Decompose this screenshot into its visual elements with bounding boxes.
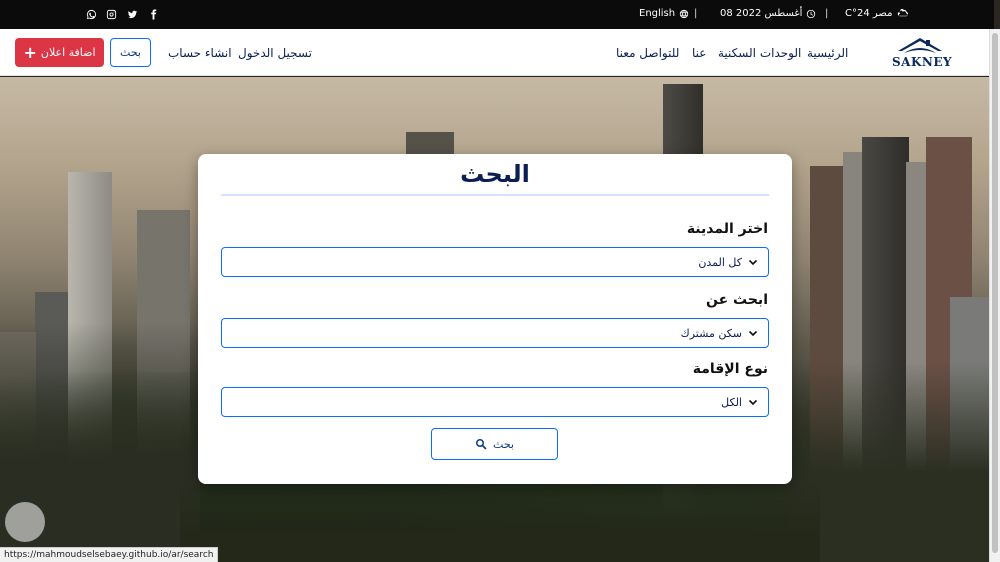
house-roof-icon xyxy=(898,38,942,53)
chevron-down-icon xyxy=(748,399,758,406)
separator: | xyxy=(825,8,829,19)
globe-icon xyxy=(679,9,689,18)
language-switch[interactable]: English xyxy=(639,8,689,19)
search-title: البحث xyxy=(460,160,530,188)
chevron-down-icon xyxy=(748,330,758,337)
date-label: 08 أغسطس 2022 xyxy=(720,8,803,19)
add-ad-label: اضافة اعلان xyxy=(40,46,96,59)
status-url-bar: https://mahmoudselsebaey.github.io/ar/se… xyxy=(0,547,219,562)
search-submit-button[interactable]: بحث xyxy=(431,428,558,460)
sakney-logo[interactable]: SAKNEY xyxy=(890,35,953,71)
search-icon xyxy=(476,439,487,450)
create-account-link[interactable]: انشاء حساب xyxy=(168,46,232,60)
residence-type-select[interactable]: الكل xyxy=(221,387,769,417)
nav-search-button[interactable]: بحث xyxy=(110,38,151,67)
city-select[interactable]: كل المدن xyxy=(221,247,769,277)
facebook-icon[interactable] xyxy=(146,7,160,21)
nav-link-units[interactable]: الوحدات السكنية xyxy=(718,46,801,60)
residence-type-label: نوع الإقامة xyxy=(692,361,768,377)
date-display: 08 أغسطس 2022 xyxy=(720,8,816,19)
city-label: اختر المدينة xyxy=(686,221,768,237)
page-scrollbar[interactable] xyxy=(989,29,1000,562)
top-bar: English | 08 أغسطس 2022 | مصر 24°C xyxy=(0,0,994,29)
instagram-icon[interactable] xyxy=(104,7,118,21)
weather-label: مصر 24°C xyxy=(845,8,893,19)
main-navbar: اضافة اعلان + بحث انشاء حساب تسجيل الدخو… xyxy=(0,29,994,76)
shield-watermark-icon xyxy=(5,502,45,542)
login-link[interactable]: تسجيل الدخول xyxy=(238,46,312,60)
plus-icon: + xyxy=(23,42,37,62)
cloud-sun-icon xyxy=(898,8,909,17)
clock-icon xyxy=(807,9,816,18)
nav-link-home[interactable]: الرئيسية xyxy=(807,46,848,60)
title-divider xyxy=(221,194,769,196)
looking-for-select-value: سكن مشترك xyxy=(680,327,742,340)
separator: | xyxy=(694,8,698,19)
weather-display: مصر 24°C xyxy=(845,8,909,19)
search-button-label: بحث xyxy=(493,437,514,451)
residence-type-select-value: الكل xyxy=(721,396,742,409)
logo-text: SAKNEY xyxy=(892,55,953,69)
nav-link-about[interactable]: عنا xyxy=(692,46,706,60)
search-card: البحث اختر المدينة كل المدن ابحث عن سكن … xyxy=(198,154,792,484)
twitter-icon[interactable] xyxy=(125,7,139,21)
nav-link-contact[interactable]: للتواصل معنا xyxy=(616,46,679,60)
looking-for-select[interactable]: سكن مشترك xyxy=(221,318,769,348)
looking-for-label: ابحث عن xyxy=(705,292,768,308)
whatsapp-icon[interactable] xyxy=(84,7,98,21)
city-select-value: كل المدن xyxy=(698,256,742,269)
language-label: English xyxy=(639,8,676,19)
chevron-down-icon xyxy=(748,259,758,266)
add-ad-button[interactable]: اضافة اعلان + xyxy=(15,38,104,67)
